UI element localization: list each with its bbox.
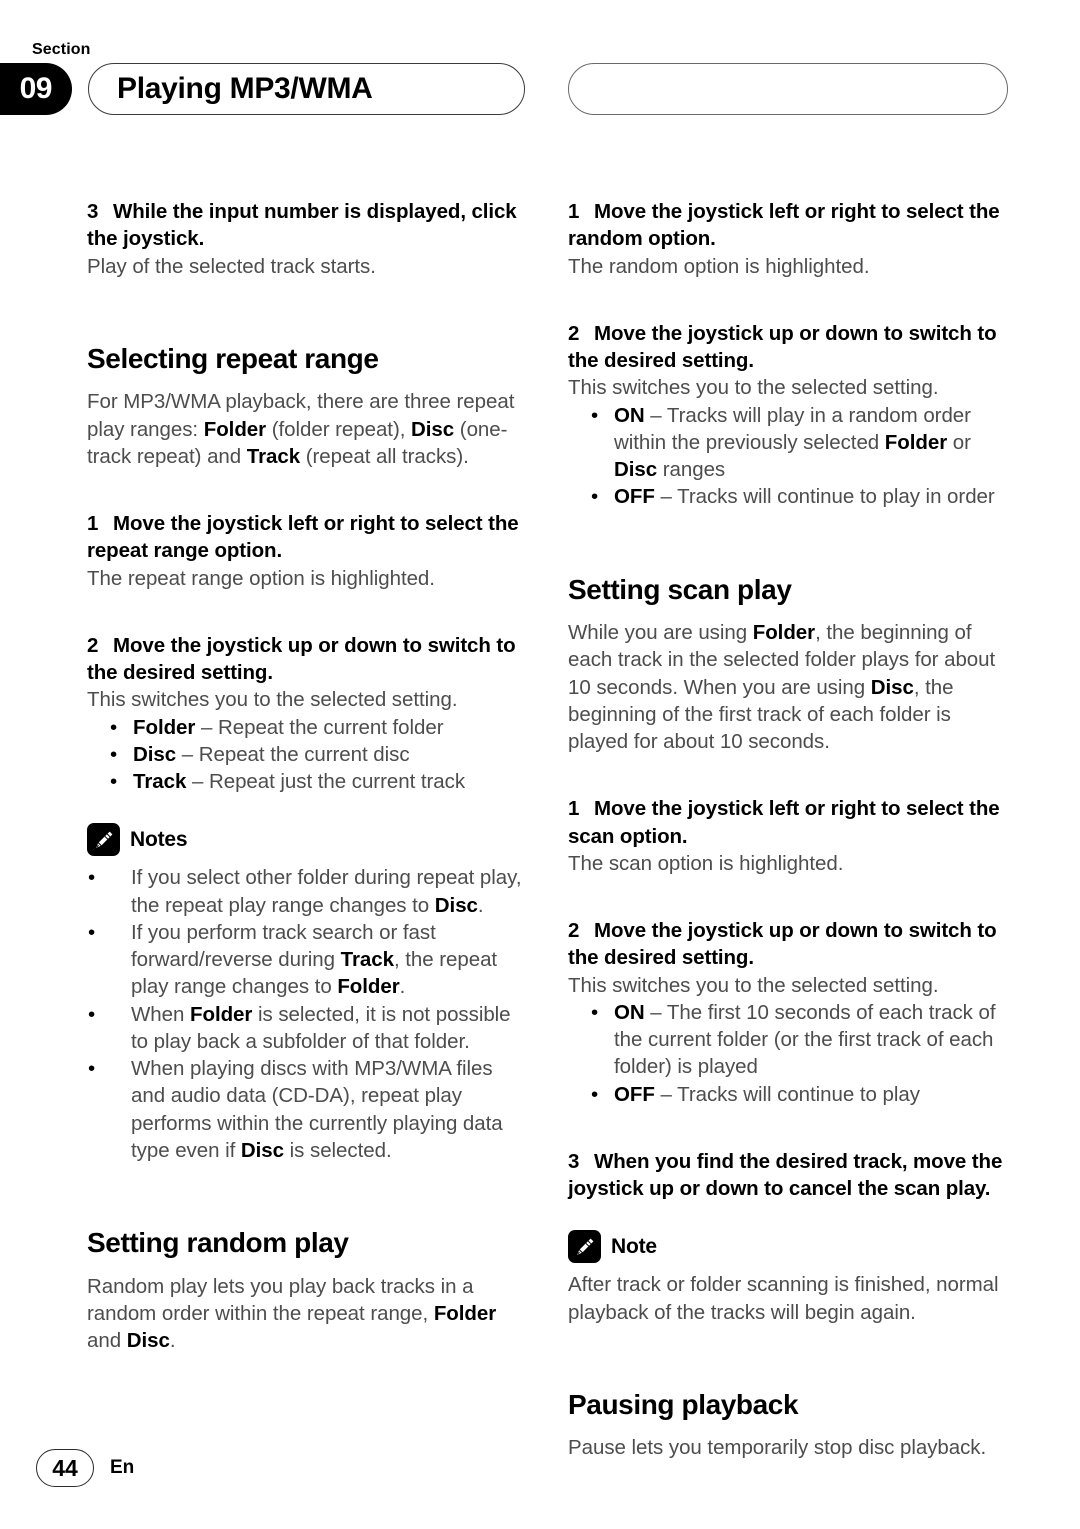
step-result: This switches you to the selected settin…: [568, 376, 939, 400]
step-text: Move the joystick up or down to switch t…: [568, 321, 997, 372]
step-result: This switches you to the selected settin…: [568, 973, 939, 997]
list-item: • If you perform track search or fast for…: [88, 920, 498, 999]
bullet-dot: •: [591, 1082, 599, 1106]
page-title: Playing MP3/WMA: [117, 72, 373, 105]
bullet-dot: •: [591, 1000, 599, 1024]
page-number: 44: [36, 1449, 94, 1487]
list-item: • Disc – Repeat the current disc: [87, 741, 527, 768]
random-play-intro: Random play lets you play back tracks in…: [87, 1274, 497, 1353]
bullet-dot: •: [110, 715, 118, 739]
page-header: Section 09 Playing MP3/WMA: [0, 0, 1080, 130]
bullet-dot: •: [591, 403, 599, 427]
step-item: 3 When you find the desired track, move t…: [568, 1148, 1008, 1203]
page-footer: 44 En: [0, 1449, 1080, 1495]
step-text: Move the joystick up or down to switch t…: [87, 633, 516, 685]
list-item: • ON – The first 10 seconds of each track…: [591, 1000, 996, 1079]
list-item: • ON – Tracks will play in a random order…: [591, 403, 971, 482]
step-text: While the input number is displayed, cli…: [87, 200, 517, 251]
bullet-dot: •: [88, 1002, 96, 1026]
note-header: Note: [568, 1230, 1008, 1264]
bullet-dot: •: [110, 770, 118, 794]
step-result: The repeat range option is highlighted.: [87, 566, 435, 590]
step-result: The random option is highlighted.: [568, 254, 870, 278]
heading-selecting-repeat-range: Selecting repeat range: [87, 342, 379, 374]
bullet-dot: •: [591, 485, 599, 509]
step-number: 3: [87, 200, 99, 223]
page-title-pill: Playing MP3/WMA: [88, 63, 525, 115]
step-item: 1 Move the joystick left or right to sele…: [568, 198, 1008, 253]
repeat-range-intro: For MP3/WMA playback, there are three re…: [87, 390, 515, 468]
section-label: Section: [32, 41, 91, 58]
notes-list: • If you select other folder during repea…: [87, 864, 527, 1164]
list-item: • OFF – Tracks will continue to play: [568, 1081, 1008, 1108]
heading-setting-scan-play: Setting scan play: [568, 573, 792, 605]
step-item: 3 While the input number is displayed, cl…: [87, 198, 527, 253]
step-number: 1: [568, 797, 580, 821]
notes-label: Notes: [130, 827, 188, 851]
pencil-icon: [87, 823, 120, 857]
list-item: • Folder – Repeat the current folder: [87, 714, 527, 741]
scan-options-list: • ON – The first 10 seconds of each track…: [568, 999, 1008, 1108]
step-item: 1 Move the joystick left or right to sele…: [87, 510, 527, 565]
step-number: 2: [568, 321, 580, 345]
step-item: 1 Move the joystick left or right to sele…: [568, 795, 1008, 850]
step-text: Move the joystick left or right to selec…: [568, 797, 1000, 848]
list-item: • If you select other folder during repea…: [88, 866, 522, 917]
header-right-pill: [568, 63, 1008, 115]
step-text: When you find the desired track, move th…: [568, 1149, 1003, 1201]
step-text: Move the joystick left or right to selec…: [568, 200, 1000, 251]
step-number: 1: [568, 200, 580, 223]
list-item: • OFF – Tracks will continue to play in o…: [568, 483, 1008, 510]
step-number: 1: [87, 512, 99, 536]
step-item: 2 Move the joystick up or down to switch …: [568, 320, 1008, 375]
random-options-list: • ON – Tracks will play in a random order…: [568, 402, 1008, 511]
step-result: This switches you to the selected settin…: [87, 688, 458, 712]
left-column: 3 While the input number is displayed, cl…: [87, 198, 527, 1354]
note-label: Note: [611, 1234, 657, 1258]
bullet-dot: •: [88, 1057, 96, 1081]
heading-setting-random-play: Setting random play: [87, 1227, 349, 1259]
step-text: Move the joystick left or right to selec…: [87, 512, 519, 563]
step-number: 2: [87, 633, 99, 657]
step-result: Play of the selected track starts.: [87, 254, 376, 278]
notes-header: Notes: [87, 823, 527, 857]
bullet-dot: •: [88, 920, 96, 944]
list-item: • When Folder is selected, it is not poss…: [88, 1002, 511, 1053]
step-number: 3: [568, 1149, 580, 1173]
step-result: The scan option is highlighted.: [568, 851, 844, 875]
bullet-dot: •: [110, 742, 118, 766]
repeat-options-list: • Folder – Repeat the current folder • Dis…: [87, 714, 527, 796]
step-item: 2 Move the joystick up or down to switch …: [87, 632, 527, 687]
step-number: 2: [568, 919, 580, 943]
bullet-dot: •: [88, 866, 96, 890]
list-item: • When playing discs with MP3/WMA files a…: [88, 1057, 503, 1162]
heading-pausing-playback: Pausing playback: [568, 1388, 799, 1420]
section-number-badge: 09: [0, 63, 72, 115]
language-code: En: [110, 1457, 135, 1478]
list-item: • Track – Repeat just the current track: [87, 768, 527, 795]
step-text: Move the joystick up or down to switch t…: [568, 919, 997, 970]
pencil-icon: [568, 1230, 601, 1264]
step-item: 2 Move the joystick up or down to switch …: [568, 917, 1008, 972]
right-column: 1 Move the joystick left or right to sele…: [568, 198, 1008, 1462]
note-text: After track or folder scanning is finish…: [568, 1273, 999, 1324]
scan-play-intro: While you are using Folder, the beginnin…: [568, 621, 996, 754]
